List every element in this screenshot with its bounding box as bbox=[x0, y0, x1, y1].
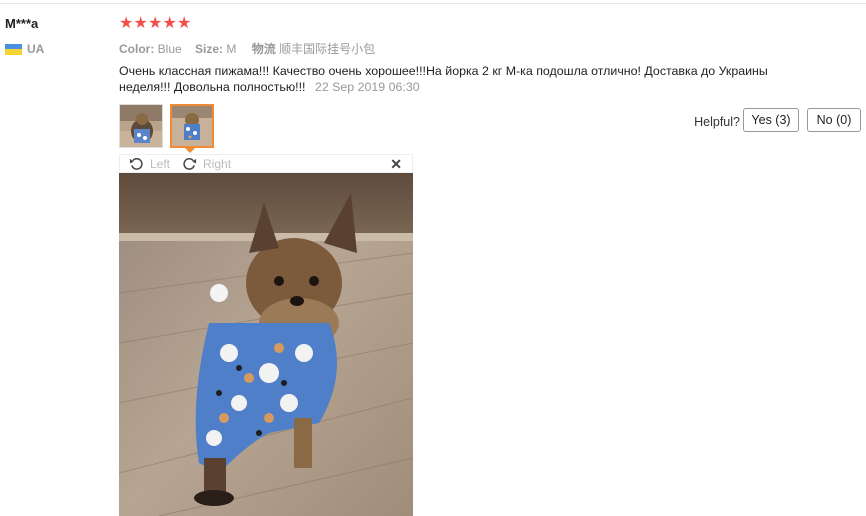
rotate-left-icon bbox=[129, 158, 143, 170]
review-body: Очень классная пижама!!! Качество очень … bbox=[119, 63, 799, 95]
top-divider bbox=[0, 3, 866, 4]
rotate-left-button[interactable]: Left bbox=[129, 156, 170, 171]
photo-viewer-toolbar: Left Right ✕ bbox=[119, 154, 413, 173]
rotate-right-button[interactable]: Right bbox=[182, 156, 231, 171]
review-photo-thumbnail[interactable] bbox=[119, 104, 163, 148]
shipping-value: 顺丰国际挂号小包 bbox=[279, 42, 376, 56]
star-icon: ★ bbox=[133, 15, 148, 32]
color-value: Blue bbox=[157, 42, 182, 56]
star-icon: ★ bbox=[148, 15, 163, 32]
review-photo-large bbox=[119, 173, 413, 516]
order-attributes: Color: Blue Size: M 物流 顺丰国际挂号小包 bbox=[119, 40, 385, 57]
reviewer-name: M***a bbox=[5, 16, 39, 31]
star-rating: ★ ★ ★ ★ ★ bbox=[119, 16, 192, 32]
size-label: Size: bbox=[195, 42, 224, 56]
review-photo-thumbnail-active[interactable] bbox=[170, 104, 214, 148]
helpful-no-button[interactable]: No (0) bbox=[807, 108, 861, 132]
country-code: UA bbox=[27, 42, 45, 56]
star-icon: ★ bbox=[119, 15, 134, 32]
size-value: M bbox=[226, 42, 237, 56]
review-text: Очень классная пижама!!! Качество очень … bbox=[119, 64, 768, 94]
rotate-right-icon bbox=[183, 158, 197, 170]
star-icon: ★ bbox=[162, 15, 177, 32]
reviewer-country: UA bbox=[5, 42, 44, 56]
rotate-left-label: Left bbox=[150, 156, 171, 171]
helpful-label: Helpful? bbox=[694, 115, 740, 129]
shipping-label: 物流 bbox=[251, 42, 276, 56]
star-icon: ★ bbox=[177, 15, 192, 32]
color-label: Color: bbox=[119, 42, 155, 56]
rotate-right-label: Right bbox=[203, 156, 232, 171]
helpful-yes-button[interactable]: Yes (3) bbox=[743, 108, 799, 132]
close-icon[interactable]: ✕ bbox=[390, 156, 402, 173]
thumbnail-pointer bbox=[184, 147, 196, 153]
review-date: 22 Sep 2019 06:30 bbox=[314, 80, 420, 94]
ukraine-flag-icon bbox=[5, 43, 22, 55]
